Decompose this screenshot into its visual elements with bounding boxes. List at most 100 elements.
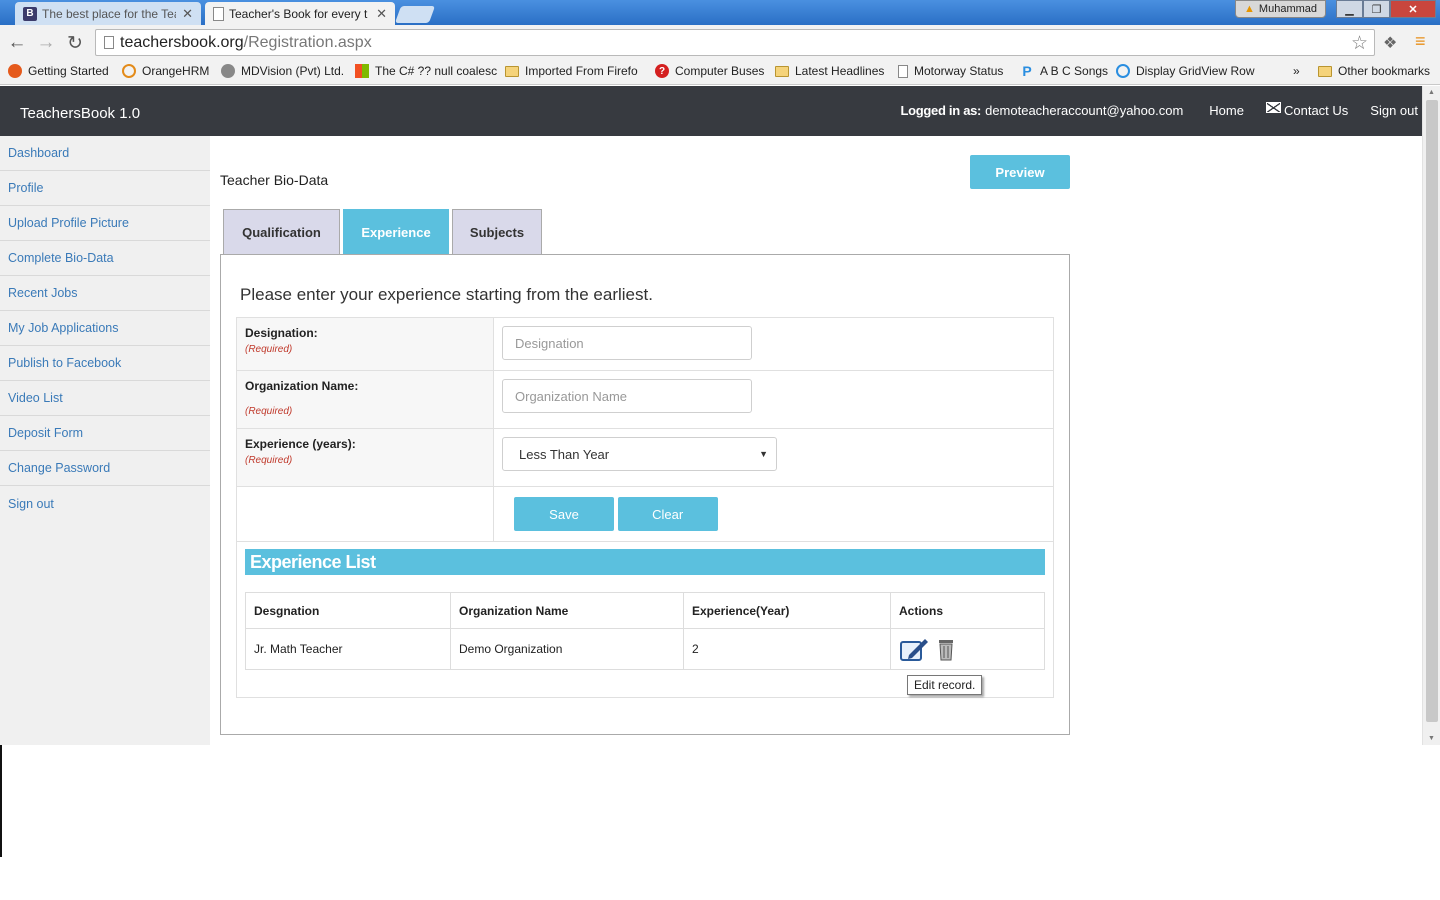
folder-icon xyxy=(1318,65,1332,77)
row-designation: Jr. Math Teacher xyxy=(245,628,451,670)
page-icon xyxy=(898,64,908,78)
browser-tabstrip: B The best place for the Tea ✕ Teacher's… xyxy=(0,0,1440,25)
dropbox-icon[interactable]: ❖ xyxy=(1383,33,1397,53)
bookmark-item[interactable]: The C# ?? null coalesc xyxy=(355,64,497,78)
sidebar-item-upload-picture[interactable]: Upload Profile Picture xyxy=(0,206,210,241)
row-organization: Demo Organization xyxy=(450,628,684,670)
scroll-down-icon[interactable]: ▼ xyxy=(1428,735,1435,742)
bookmark-label: Display GridView Row xyxy=(1136,64,1255,78)
bookmark-item[interactable]: Motorway Status xyxy=(898,64,1003,78)
scrollbar-thumb[interactable] xyxy=(1426,100,1438,722)
experience-select[interactable]: Less Than Year ▼ xyxy=(502,437,777,471)
sidebar-item-job-applications[interactable]: My Job Applications xyxy=(0,311,210,346)
more-bookmarks-chevron[interactable]: » xyxy=(1293,64,1300,78)
menu-icon[interactable]: ≡ xyxy=(1415,31,1426,52)
designation-label-cell: Designation: (Required) xyxy=(236,317,494,371)
bookmark-folder[interactable]: Imported From Firefo xyxy=(505,64,638,78)
url-host: teachersbook.org xyxy=(120,33,244,51)
organization-field-cell xyxy=(493,370,1054,429)
empty-cell xyxy=(236,486,494,542)
bookmark-item[interactable]: P A B C Songs xyxy=(1020,63,1109,79)
minimize-icon[interactable]: ▁ xyxy=(1336,0,1363,18)
dropdown-caret-icon: ▼ xyxy=(759,449,768,459)
experience-panel: Please enter your experience starting fr… xyxy=(220,254,1070,735)
web-page: TeachersBook 1.0 Logged in as: demoteach… xyxy=(0,86,1422,745)
browser-toolbar: ← → ↻ teachersbook.org/Registration.aspx… xyxy=(0,25,1440,60)
edit-icon[interactable] xyxy=(899,636,929,662)
bookmark-label: Latest Headlines xyxy=(795,64,885,78)
bookmark-label: » xyxy=(1293,64,1300,78)
intro-text: Please enter your experience starting fr… xyxy=(240,285,653,304)
sidebar-item-biodata[interactable]: Complete Bio-Data xyxy=(0,241,210,276)
preview-button[interactable]: Preview xyxy=(970,155,1070,189)
new-tab-button[interactable] xyxy=(394,6,436,23)
bookmark-item[interactable]: OrangeHRM xyxy=(122,64,209,78)
sidebar-item-deposit-form[interactable]: Deposit Form xyxy=(0,416,210,451)
scroll-up-icon[interactable]: ▲ xyxy=(1428,89,1435,96)
bookmark-label: Motorway Status xyxy=(914,64,1004,78)
required-note: (Required) xyxy=(245,344,293,355)
tab-experience[interactable]: Experience xyxy=(343,209,449,255)
column-header: Actions xyxy=(890,592,1045,629)
column-header: Experience(Year) xyxy=(683,592,891,629)
save-button[interactable]: Save xyxy=(514,497,614,531)
page-scrollbar[interactable]: ▲ ▼ xyxy=(1422,86,1440,745)
mdvision-icon xyxy=(221,64,235,78)
sidebar-item-profile[interactable]: Profile xyxy=(0,171,210,206)
bookmarks-bar: Getting Started OrangeHRM MDVision (Pvt)… xyxy=(0,60,1440,85)
bookmark-item[interactable]: Getting Started xyxy=(8,64,109,78)
nav-right: Logged in as: demoteacheraccount@yahoo.c… xyxy=(900,102,1418,118)
close-tab-icon[interactable]: ✕ xyxy=(376,6,387,22)
designation-label: Designation: xyxy=(245,326,318,340)
nav-contact-link[interactable]: Contact Us xyxy=(1265,102,1349,118)
biodata-tabs: Qualification Experience Subjects xyxy=(223,209,545,255)
bookmark-label: A B C Songs xyxy=(1040,64,1109,78)
organization-input[interactable] xyxy=(502,379,752,413)
tab-subjects[interactable]: Subjects xyxy=(452,209,542,255)
sidebar-item-dashboard[interactable]: Dashboard xyxy=(0,136,210,171)
bookmark-star-icon[interactable]: ☆ xyxy=(1351,32,1368,55)
organization-label: Organization Name: xyxy=(245,379,359,393)
reload-icon[interactable]: ↻ xyxy=(63,31,87,55)
required-note: (Required) xyxy=(245,406,293,417)
browser-tab-1[interactable]: B The best place for the Tea ✕ xyxy=(15,2,201,25)
bookmark-label: The C# ?? null coalesc xyxy=(375,64,498,78)
forward-arrow-icon[interactable]: → xyxy=(34,31,58,55)
browser-tab-title: Teacher's Book for every t xyxy=(229,6,368,21)
close-window-icon[interactable]: ✕ xyxy=(1390,0,1436,18)
sidebar-item-signout[interactable]: Sign out xyxy=(0,486,210,521)
browser-tab-title: The best place for the Tea xyxy=(42,6,177,21)
sidebar-item-recent-jobs[interactable]: Recent Jobs xyxy=(0,276,210,311)
sidebar-item-change-password[interactable]: Change Password xyxy=(0,451,210,486)
profile-badge[interactable]: ▲ Muhammad xyxy=(1235,0,1326,18)
bookmark-item[interactable]: ? Computer Buses xyxy=(655,64,764,78)
back-arrow-icon[interactable]: ← xyxy=(5,31,29,55)
other-bookmarks-folder[interactable]: Other bookmarks xyxy=(1318,64,1430,78)
bookmark-item[interactable]: MDVision (Pvt) Ltd. xyxy=(221,64,344,78)
nav-contact-label: Contact Us xyxy=(1283,103,1349,118)
pandora-icon: P xyxy=(1022,63,1032,79)
bookmark-label: OrangeHRM xyxy=(142,64,210,78)
logged-in-label: Logged in as: xyxy=(900,103,982,118)
brand-logo[interactable]: TeachersBook 1.0 xyxy=(20,105,140,122)
designation-input[interactable] xyxy=(502,326,752,360)
tab-qualification[interactable]: Qualification xyxy=(223,209,340,255)
experience-label-cell: Experience (years): (Required) xyxy=(236,428,494,487)
bookmark-folder[interactable]: Latest Headlines xyxy=(775,64,884,78)
organization-label-cell: Organization Name: (Required) xyxy=(236,370,494,429)
column-header: Desgnation xyxy=(245,592,451,629)
close-tab-icon[interactable]: ✕ xyxy=(182,6,193,22)
nav-home-link[interactable]: Home xyxy=(1209,103,1244,118)
sidebar-item-video-list[interactable]: Video List xyxy=(0,381,210,416)
delete-icon[interactable] xyxy=(937,637,955,661)
row-actions xyxy=(890,628,1045,670)
browser-tab-2[interactable]: Teacher's Book for every t ✕ xyxy=(205,2,395,25)
blog-favicon-icon: B xyxy=(23,6,37,21)
nav-signout-link[interactable]: Sign out xyxy=(1370,103,1418,118)
window-controls: ▁ ❐ ✕ xyxy=(1336,0,1436,18)
address-bar[interactable]: teachersbook.org/Registration.aspx ☆ xyxy=(95,29,1375,56)
sidebar-item-facebook[interactable]: Publish to Facebook xyxy=(0,346,210,381)
bookmark-item[interactable]: Display GridView Row xyxy=(1116,64,1254,78)
clear-button[interactable]: Clear xyxy=(617,497,718,531)
restore-icon[interactable]: ❐ xyxy=(1363,0,1390,18)
